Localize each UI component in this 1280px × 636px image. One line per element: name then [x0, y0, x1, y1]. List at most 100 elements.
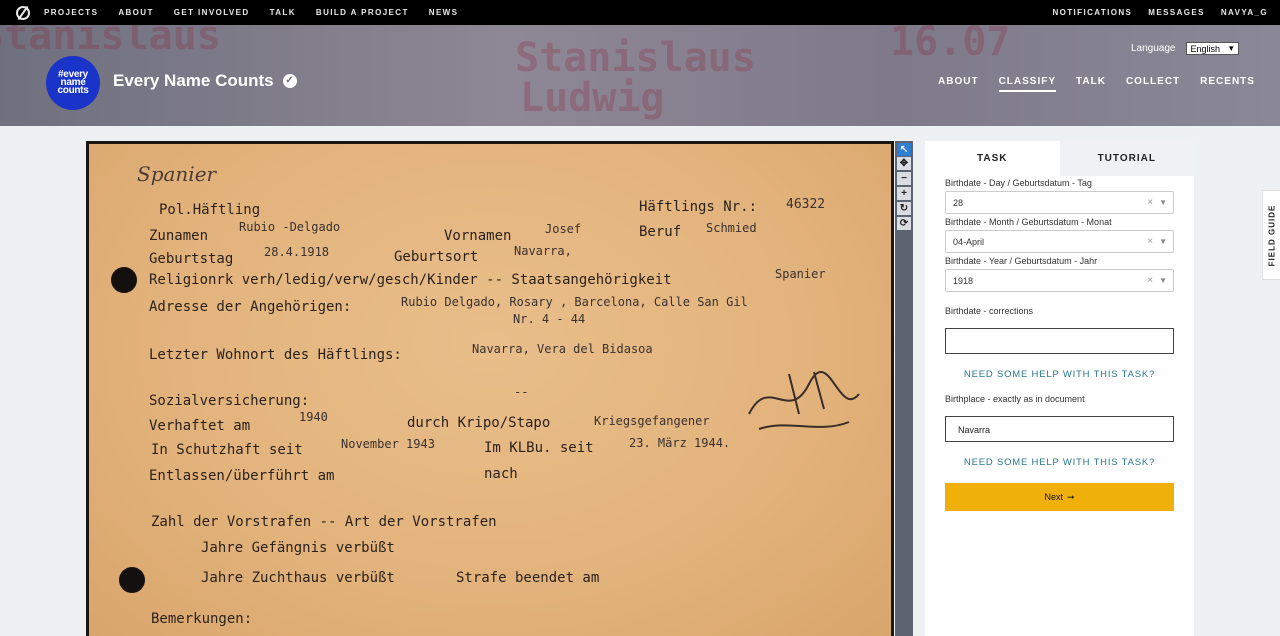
doc-wohnort: Navarra, Vera del Bidasoa — [472, 342, 653, 356]
doc-schutzhaft-label: In Schutzhaft seit — [151, 442, 303, 458]
doc-entlassen: Entlassen/überführt am — [149, 468, 335, 484]
doc-vorname: Josef — [545, 222, 582, 236]
doc-nach: nach — [484, 466, 518, 482]
arrow-right-icon: ➞ — [1066, 491, 1075, 502]
doc-durch: durch Kripo/Stapo — [407, 415, 551, 431]
doc-pol-haeftling: Pol.Häftling — [159, 202, 261, 218]
viewer-toolbar: ↖ ✥ − + ↻ ⟳ — [895, 141, 913, 636]
project-nav-talk[interactable]: TALK — [1076, 76, 1106, 92]
doc-zuname: Rubio -Delgado — [239, 220, 341, 234]
topnav-build-a-project[interactable]: BUILD A PROJECT — [316, 8, 409, 17]
chevron-down-icon: ▼ — [1159, 276, 1167, 285]
topnav-messages[interactable]: MESSAGES — [1148, 8, 1205, 17]
doc-staat: Spanier — [775, 267, 826, 281]
zoom-out-icon[interactable]: − — [897, 172, 911, 185]
chevron-down-icon: ▼ — [1159, 237, 1167, 246]
doc-adresse: Rubio Delgado, Rosary , Barcelona, Calle… — [401, 295, 748, 309]
doc-vorstrafen: Zahl der Vorstrafen -- Art der Vorstrafe… — [151, 514, 497, 530]
doc-sozial-label: Sozialversicherung: — [149, 393, 310, 409]
birthdate-corrections-label: Birthdate - corrections — [945, 306, 1034, 316]
doc-klbu-label: Im KLBu. seit — [484, 440, 594, 456]
project-banner: Stanislaus Stanislaus Ludwig 16.07 #ever… — [0, 25, 1280, 126]
doc-durch-fill: Kriegsgefangener — [594, 414, 710, 428]
topnav-get-involved[interactable]: GET INVOLVED — [174, 8, 250, 17]
doc-bemerkungen: Bemerkungen: — [151, 611, 253, 627]
project-nav-collect[interactable]: COLLECT — [1126, 76, 1180, 92]
prisoner-registration-card: Spanier Pol.Häftling Häftlings Nr.: 4632… — [89, 144, 891, 636]
birthdate-corrections-input[interactable] — [945, 328, 1174, 354]
project-nav-recents[interactable]: RECENTS — [1200, 76, 1255, 92]
doc-gefaengnis: Jahre Gefängnis verbüßt — [201, 540, 395, 556]
help-link[interactable]: NEED SOME HELP WITH THIS TASK? — [945, 369, 1174, 380]
subject-viewer[interactable]: Spanier Pol.Häftling Häftlings Nr.: 4632… — [86, 141, 894, 636]
tab-tutorial[interactable]: TUTORIAL — [1059, 141, 1194, 176]
birthdate-year-label: Birthdate - Year / Geburtsdatum - Jahr — [945, 256, 1098, 266]
zooniverse-logo-icon[interactable] — [16, 5, 30, 20]
topnav-news[interactable]: NEWS — [429, 8, 459, 17]
doc-vorname-label: Vornamen — [444, 228, 512, 244]
doc-klbu: 23. März 1944. — [629, 436, 731, 450]
field-guide-tab[interactable]: FIELD GUIDE — [1262, 190, 1280, 280]
topnav-user-links: NOTIFICATIONS MESSAGES NAVYA_G — [1052, 8, 1268, 17]
rotate-icon[interactable]: ↻ — [897, 202, 911, 215]
doc-sozial: -- — [514, 385, 529, 399]
birthdate-day-select[interactable]: 28 × ▼ — [945, 191, 1174, 214]
clear-icon[interactable]: × — [1147, 275, 1153, 286]
language-selector: Language English ▾ — [1131, 42, 1239, 55]
doc-adresse2: Nr. 4 - 44 — [513, 312, 586, 326]
next-button-label: Next — [1044, 492, 1063, 502]
project-title[interactable]: Every Name Counts ✓ — [113, 71, 297, 91]
project-avatar[interactable]: #every name counts — [46, 56, 100, 110]
birthdate-year-select[interactable]: 1918 × ▼ — [945, 269, 1174, 292]
doc-zuchthaus: Jahre Zuchthaus verbüßt — [201, 570, 395, 586]
doc-haeftlings-nr-label: Häftlings Nr.: — [639, 199, 758, 215]
zoom-in-icon[interactable]: + — [897, 187, 911, 200]
clear-icon[interactable]: × — [1147, 197, 1153, 208]
language-select[interactable]: English ▾ — [1185, 42, 1239, 55]
doc-geburtstag: 28.4.1918 — [264, 245, 330, 259]
language-value: English — [1190, 43, 1221, 54]
doc-geburtstag-label: Geburtstag — [149, 251, 234, 267]
birthdate-day-value: 28 — [953, 197, 964, 208]
birthdate-year-value: 1918 — [953, 275, 974, 286]
birthdate-month-select[interactable]: 04-April × ▼ — [945, 230, 1174, 253]
birthplace-label: Birthplace - exactly as in document — [945, 394, 1085, 404]
doc-beruf-label: Beruf — [639, 224, 682, 240]
chevron-down-icon: ▾ — [1228, 43, 1234, 53]
doc-geburtsort-label: Geburtsort — [394, 249, 479, 265]
project-nav-classify[interactable]: CLASSIFY — [998, 76, 1057, 92]
doc-verhaftet-label: Verhaftet am — [149, 418, 251, 434]
topnav-username[interactable]: NAVYA_G — [1221, 8, 1268, 17]
birthplace-input[interactable]: Navarra — [945, 416, 1174, 442]
move-icon[interactable]: ✥ — [897, 157, 911, 170]
punch-hole — [119, 567, 145, 593]
language-label: Language — [1131, 43, 1176, 54]
topnav-links: PROJECTS ABOUT GET INVOLVED TALK BUILD A… — [44, 8, 458, 17]
project-nav-about[interactable]: ABOUT — [938, 76, 979, 92]
doc-haeftlings-nr: 46322 — [786, 197, 826, 212]
clear-icon[interactable]: × — [1147, 236, 1153, 247]
punch-hole — [111, 267, 137, 293]
doc-schutzhaft: November 1943 — [341, 437, 435, 451]
doc-wohnort-label: Letzter Wohnort des Häftlings: — [149, 347, 402, 363]
topnav-about[interactable]: ABOUT — [118, 8, 153, 17]
project-title-text: Every Name Counts — [113, 71, 274, 90]
help-link[interactable]: NEED SOME HELP WITH THIS TASK? — [945, 457, 1174, 468]
next-button[interactable]: Next ➞ — [945, 483, 1174, 511]
banner-bg-word: Stanislaus — [0, 25, 221, 59]
avatar-line: counts — [57, 85, 89, 96]
topnav-projects[interactable]: PROJECTS — [44, 8, 98, 17]
site-topnav: PROJECTS ABOUT GET INVOLVED TALK BUILD A… — [0, 0, 1280, 25]
verified-check-icon: ✓ — [282, 74, 297, 88]
pointer-icon[interactable]: ↖ — [897, 143, 911, 156]
doc-religion-line: Religionrk verh/ledig/verw/gesch/Kinder … — [149, 272, 672, 288]
doc-zuname-label: Zunamen — [149, 228, 209, 244]
doc-beruf: Schmied — [706, 221, 757, 235]
topnav-notifications[interactable]: NOTIFICATIONS — [1052, 8, 1132, 17]
reset-icon[interactable]: ⟳ — [897, 217, 911, 230]
birthdate-month-value: 04-April — [953, 236, 985, 247]
tab-task[interactable]: TASK — [925, 141, 1060, 176]
birthdate-day-label: Birthdate - Day / Geburtsdatum - Tag — [945, 178, 1092, 188]
topnav-talk[interactable]: TALK — [270, 8, 296, 17]
banner-bg-word: 16.07 — [890, 25, 1011, 65]
